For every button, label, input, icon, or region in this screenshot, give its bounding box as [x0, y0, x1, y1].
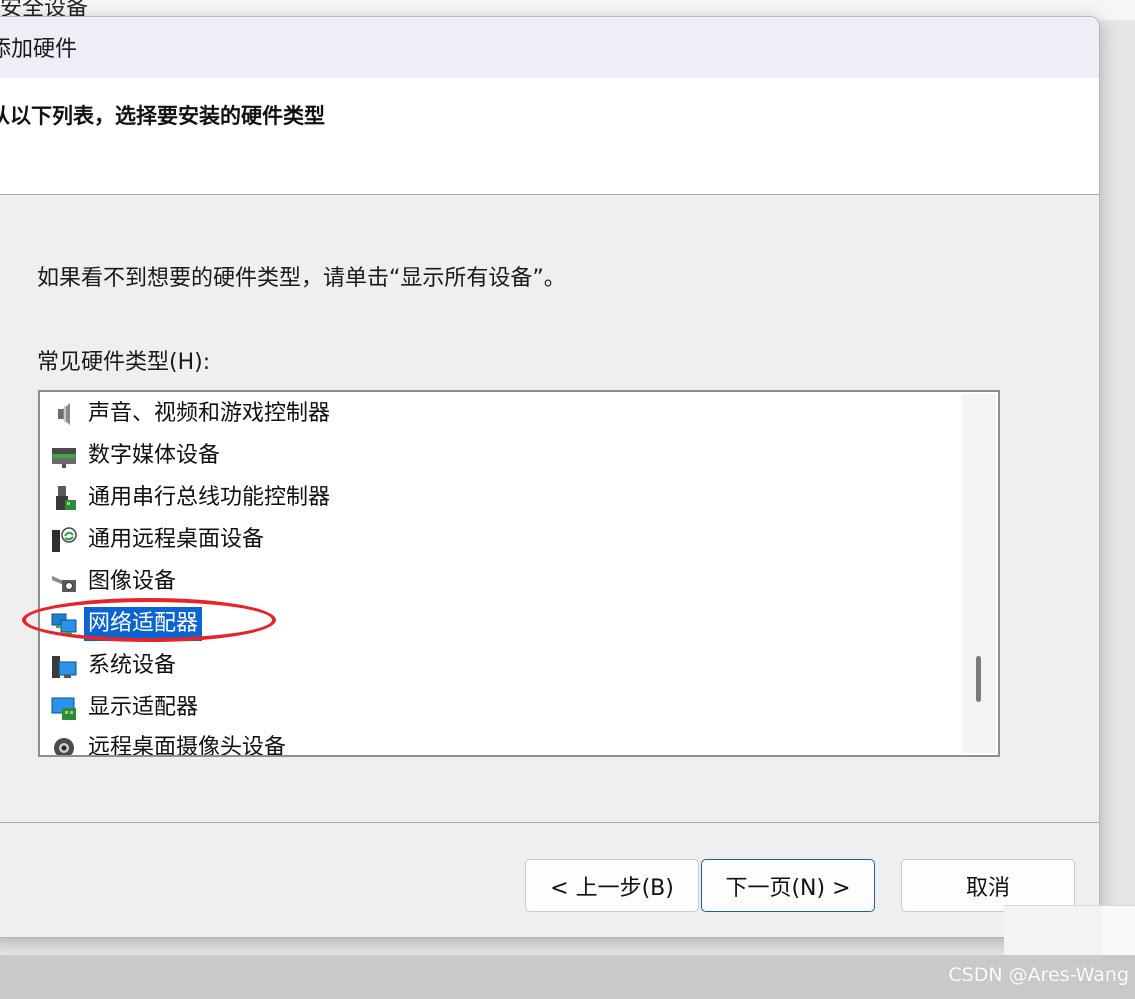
list-item-label: 系统设备 — [88, 653, 177, 678]
background-window-edge-right — [1102, 905, 1135, 955]
wizard-header: 从以下列表，选择要安装的硬件类型 — [0, 78, 1099, 195]
list-item[interactable]: 通用串行总线功能控制器 — [50, 478, 334, 518]
list-item[interactable]: 图像设备 — [50, 562, 180, 602]
list-item-label: 图像设备 — [88, 569, 177, 594]
list-item-label: 数字媒体设备 — [88, 443, 221, 468]
speaker-icon — [50, 400, 78, 428]
back-button[interactable]: < 上一步(B) — [525, 859, 699, 912]
list-scrollbar[interactable] — [962, 394, 996, 753]
list-item-label: 显示适配器 — [88, 695, 199, 720]
list-item-label: 通用远程桌面设备 — [88, 527, 265, 552]
display-adapter-icon — [50, 694, 78, 722]
hardware-type-list[interactable]: 声音、视频和游戏控制器 数字媒体设备 通用串行总线功能控制器 通用远程桌面设备 … — [38, 390, 1000, 757]
dialog-title: 添加硬件 — [0, 37, 78, 62]
remote-desktop-icon — [50, 526, 78, 554]
system-device-icon — [50, 652, 78, 680]
scrollbar-thumb[interactable] — [976, 656, 981, 702]
wizard-header-title: 从以下列表，选择要安装的硬件类型 — [0, 104, 325, 128]
list-item[interactable]: 系统设备 — [50, 646, 180, 686]
dialog-titlebar[interactable]: 添加硬件 — [0, 17, 1099, 78]
usb-controller-icon — [50, 484, 78, 512]
footer-separator — [0, 822, 1099, 823]
media-device-icon — [50, 442, 78, 470]
csdn-watermark: CSDN @Ares-Wang — [948, 964, 1129, 986]
annotation-highlight-ellipse — [22, 598, 276, 642]
list-item-label: 远程桌面摄像头设备 — [88, 735, 287, 757]
next-button[interactable]: 下一页(N) > — [701, 859, 875, 912]
list-item-label: 通用串行总线功能控制器 — [88, 485, 331, 510]
hint-text: 如果看不到想要的硬件类型，请单击“显示所有设备”。 — [37, 266, 566, 291]
background-window-edge — [1004, 905, 1102, 955]
hardware-type-list-label: 常见硬件类型(H): — [37, 350, 211, 375]
list-item-label: 声音、视频和游戏控制器 — [88, 401, 331, 426]
webcam-icon — [50, 734, 78, 755]
list-item[interactable]: 通用远程桌面设备 — [50, 520, 268, 560]
add-hardware-dialog: 添加硬件 从以下列表，选择要安装的硬件类型 如果看不到想要的硬件类型，请单击“显… — [0, 16, 1100, 938]
list-item[interactable]: 声音、视频和游戏控制器 — [50, 394, 334, 434]
list-item[interactable]: 远程桌面摄像头设备 — [50, 728, 290, 757]
list-item[interactable]: 数字媒体设备 — [50, 436, 224, 476]
camera-icon — [50, 568, 78, 596]
list-item[interactable]: 显示适配器 — [50, 688, 202, 728]
